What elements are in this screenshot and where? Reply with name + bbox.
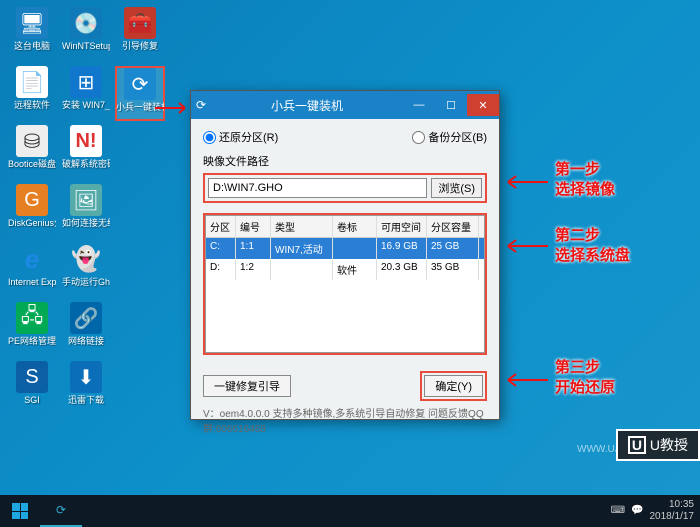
maximize-button[interactable]: ☐	[435, 94, 467, 116]
repair-boot-button[interactable]: 一键修复引导	[203, 375, 291, 397]
clock-date: 2018/1/17	[650, 511, 695, 523]
icon-ie[interactable]: eInternet Explorer	[7, 243, 57, 298]
taskbar: ⟳ ⌨ 💬 10:35 2018/1/17	[0, 495, 700, 527]
icon-boot-repair[interactable]: 🧰引导修复	[115, 7, 165, 62]
icon-pe-net[interactable]: 🖧PE网络管理器	[7, 302, 57, 357]
arrow-step3	[500, 370, 550, 390]
minimize-button[interactable]: —	[403, 94, 435, 116]
icon-netlink[interactable]: 🔗网络链接	[61, 302, 111, 357]
icon-ghost[interactable]: 👻手动运行Ghost	[61, 243, 111, 298]
ok-button[interactable]: 确定(Y)	[424, 375, 483, 397]
icon-crack-pwd[interactable]: N!破解系统密码	[61, 125, 111, 180]
window-title: 小兵一键装机	[211, 97, 403, 114]
restore-radio[interactable]: 还原分区(R)	[203, 129, 278, 145]
icon-sgi[interactable]: SSGI	[7, 361, 57, 416]
clock-time: 10:35	[650, 499, 695, 511]
arrow-step2	[500, 236, 550, 256]
image-path-row: 浏览(S)	[203, 173, 487, 203]
icon-winntsetup[interactable]: 💿WinNTSetup	[61, 7, 111, 62]
launch-arrow	[155, 100, 195, 118]
icon-this-pc[interactable]: 🖥这台电脑	[7, 7, 57, 62]
tray-action-icon[interactable]: 💬	[631, 505, 643, 517]
desktop-icons: 🖥这台电脑 💿WinNTSetup 🧰引导修复 📄远程软件 ⊞安装 WIN7_6…	[0, 0, 172, 423]
desktop: 🖥这台电脑 💿WinNTSetup 🧰引导修复 📄远程软件 ⊞安装 WIN7_6…	[0, 0, 700, 495]
partition-header: 分区 编号 类型 卷标 可用空间 分区容量	[206, 216, 484, 238]
partition-row-d[interactable]: D: 1:2 软件 20.3 GB 35 GB	[206, 259, 484, 280]
icon-xunlei[interactable]: ⬇迅雷下载	[61, 361, 111, 416]
step2-label: 第二步选择系统盘	[555, 226, 630, 266]
task-onekey[interactable]: ⟳	[40, 495, 82, 527]
image-path-label: 映像文件路径	[203, 153, 487, 169]
browse-button[interactable]: 浏览(S)	[431, 178, 482, 198]
icon-remote[interactable]: 📄远程软件	[7, 66, 57, 121]
icon-diskgenius[interactable]: GDiskGenius分区工具	[7, 184, 57, 239]
image-path-input[interactable]	[208, 178, 427, 198]
backup-radio[interactable]: 备份分区(B)	[412, 129, 487, 145]
icon-bootice[interactable]: ⛁Bootice磁盘工具	[7, 125, 57, 180]
version-line: V：oem4.0.0.0 支持多种镜像,多系统引导自动修复 问题反馈QQ群:60…	[191, 403, 499, 441]
partition-row-c[interactable]: C: 1:1 WIN7,活动 16.9 GB 25 GB	[206, 238, 484, 259]
windows-icon	[12, 503, 28, 519]
installer-dialog: ⟳ 小兵一键装机 — ☐ ✕ 还原分区(R) 备份分区(B) 映像文件路径 浏览…	[190, 90, 500, 420]
icon-wifi[interactable]: 🖼如何连接无线网络	[61, 184, 111, 239]
partition-table-wrap: 分区 编号 类型 卷标 可用空间 分区容量 C: 1:1 WIN7,活动	[203, 213, 487, 355]
brand-badge: UU教授	[616, 429, 700, 461]
icon-install[interactable]: ⊞安装 WIN7_64...	[61, 66, 111, 121]
system-tray[interactable]: ⌨ 💬 10:35 2018/1/17	[611, 499, 700, 523]
close-button[interactable]: ✕	[467, 94, 499, 116]
step1-label: 第一步选择镜像	[555, 160, 615, 200]
tray-ime-icon[interactable]: ⌨	[611, 505, 625, 517]
start-button[interactable]	[0, 495, 40, 527]
step3-label: 第三步开始还原	[555, 358, 615, 398]
titlebar[interactable]: ⟳ 小兵一键装机 — ☐ ✕	[191, 91, 499, 119]
app-icon: ⟳	[191, 98, 211, 112]
arrow-step1	[500, 172, 550, 192]
